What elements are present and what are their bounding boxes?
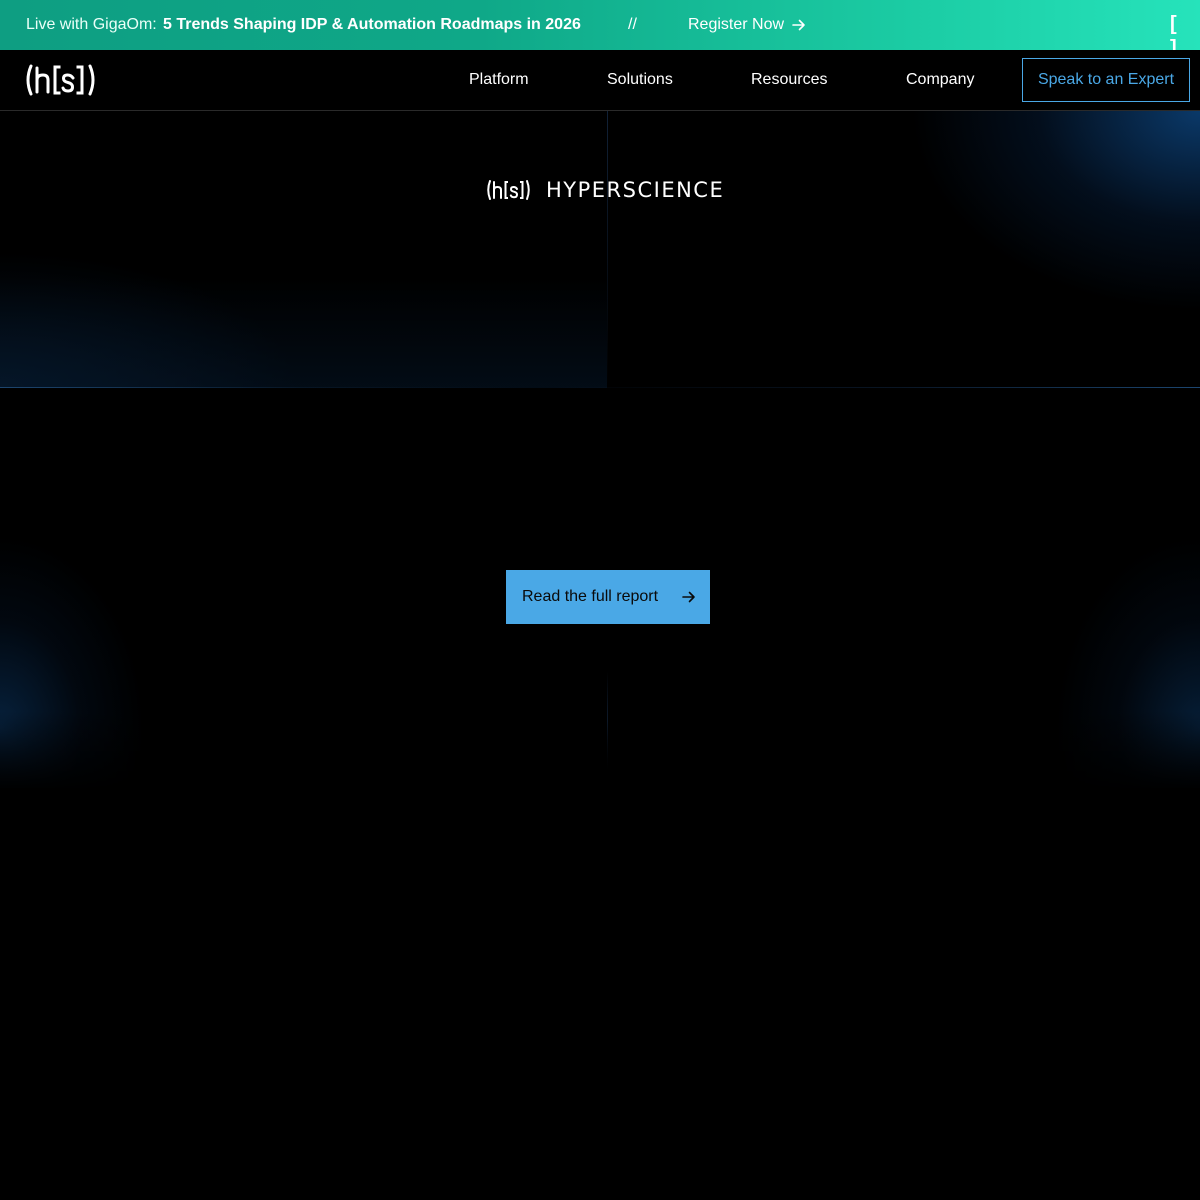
banner-prefix: Live with GigaOm:: [26, 16, 157, 33]
nav-item-resources[interactable]: Resources: [751, 71, 827, 89]
banner-close-button[interactable]: [ ]: [1170, 12, 1192, 59]
register-now-link[interactable]: Register Now: [688, 16, 806, 34]
hero-bottom-fade: [0, 711, 1200, 791]
hyperscience-mark-icon: [487, 180, 530, 200]
nav-item-company[interactable]: Company: [906, 71, 974, 89]
banner-separator: //: [628, 16, 637, 33]
main-navigation: Platform Solutions Resources Company Spe…: [0, 50, 1200, 111]
hero-brand-name: HYPERSCIENCE: [546, 178, 725, 202]
arrow-right-icon: [792, 19, 805, 31]
hero-divider-horizontal: [0, 387, 1200, 388]
read-full-report-button[interactable]: Read the full report: [506, 570, 710, 624]
register-now-label: Register Now: [688, 16, 785, 33]
banner-headline[interactable]: 5 Trends Shaping IDP & Automation Roadma…: [163, 16, 581, 34]
hero-section: HYPERSCIENCE Read the full report: [0, 111, 1200, 791]
hero-glow-top-right: [600, 111, 1200, 388]
arrow-right-icon: [682, 591, 695, 603]
nav-item-platform[interactable]: Platform: [469, 71, 529, 89]
announcement-banner: Live with GigaOm: 5 Trends Shaping IDP &…: [0, 0, 1200, 59]
hero-divider-vertical: [607, 111, 608, 387]
speak-to-expert-button[interactable]: Speak to an Expert: [1022, 58, 1190, 102]
nav-item-solutions[interactable]: Solutions: [607, 71, 673, 89]
hyperscience-logo-icon[interactable]: [24, 62, 104, 98]
read-full-report-label: Read the full report: [522, 588, 659, 605]
hero-glow-top-left: [0, 111, 607, 388]
hero-brand-logo: HYPERSCIENCE: [486, 177, 724, 203]
